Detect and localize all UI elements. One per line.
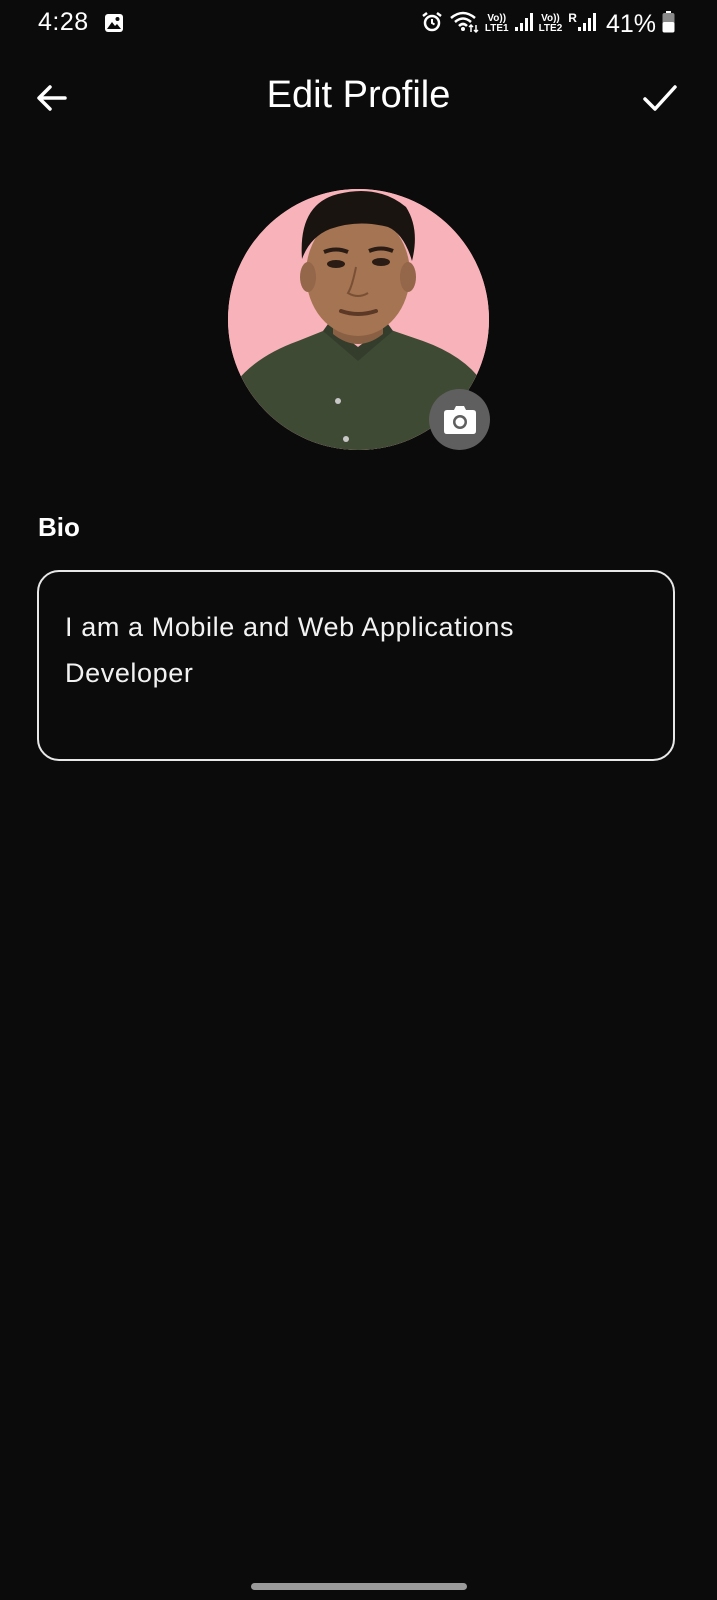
- network-1-label: Vo)) LTE1: [485, 14, 509, 34]
- bio-input-value: I am a Mobile and Web Applications Devel…: [65, 612, 523, 688]
- status-bar: 4:28 Vo)) LTE1 Vo)) LTE2 R 41%: [0, 0, 717, 48]
- status-time: 4:28: [38, 8, 89, 36]
- page-title: Edit Profile: [266, 74, 451, 116]
- signal-2-icon: [577, 12, 596, 37]
- network-2-lte: LTE2: [538, 23, 563, 34]
- roaming-indicator: R: [568, 10, 577, 25]
- battery-percentage: 41%: [605, 9, 656, 38]
- network-2-label: Vo)) LTE2: [539, 14, 563, 34]
- check-icon: [643, 85, 677, 111]
- network-1-lte: LTE1: [484, 23, 509, 34]
- bio-input[interactable]: I am a Mobile and Web Applications Devel…: [37, 570, 675, 761]
- signal-2-group: R: [568, 12, 596, 37]
- app-bar: Edit Profile: [0, 60, 717, 136]
- camera-icon: [443, 405, 476, 434]
- wifi-icon: [449, 10, 479, 39]
- change-photo-button[interactable]: [429, 389, 490, 450]
- status-icons: Vo)) LTE1 Vo)) LTE2 R 41%: [421, 8, 675, 40]
- home-indicator[interactable]: [251, 1583, 467, 1590]
- battery-icon: [662, 10, 675, 38]
- bio-label: Bio: [38, 512, 80, 542]
- signal-1-icon: [514, 12, 533, 37]
- gallery-icon: [104, 13, 124, 38]
- save-button[interactable]: [641, 80, 679, 116]
- alarm-icon: [421, 11, 443, 38]
